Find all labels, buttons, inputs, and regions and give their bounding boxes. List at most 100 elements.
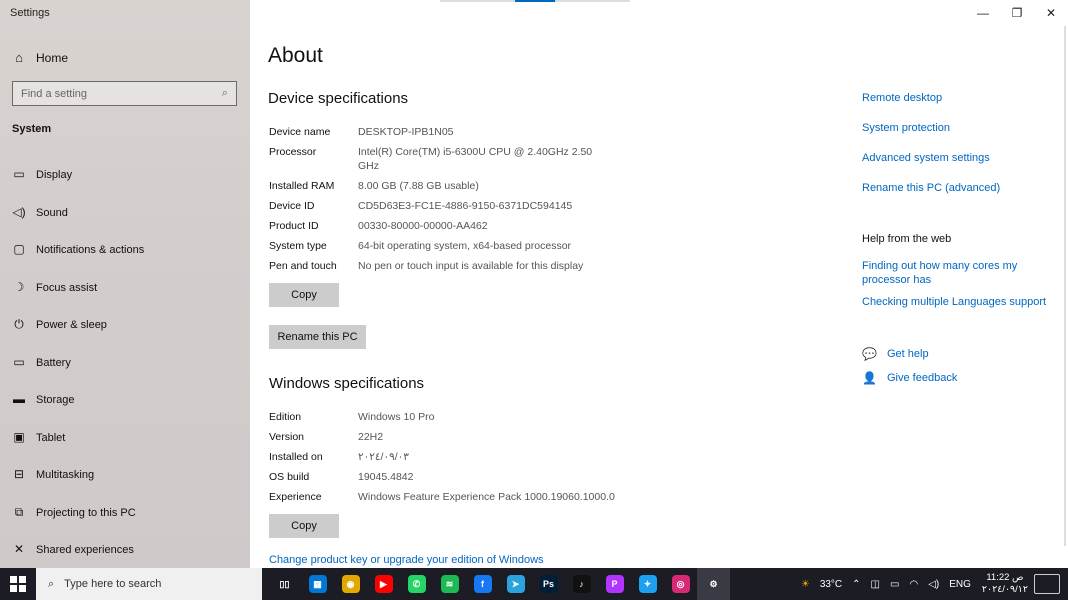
clock[interactable]: 11:22 ص ٢٠٢٤/٠٩/١٢: [982, 572, 1028, 596]
taskbar-search[interactable]: ⌕ Type here to search: [36, 568, 262, 600]
scrollbar[interactable]: [1064, 26, 1066, 546]
spotify-glyph: ≋: [440, 575, 459, 593]
facebook-icon[interactable]: f: [466, 568, 499, 600]
pinned-apps: ▯▯ ▦ ◉ ▶ ✆ ≋ f ➤ Ps ♪ P ✦ ◎ ⚙: [268, 568, 730, 600]
rename-pc-button[interactable]: Rename this PC: [269, 325, 366, 349]
store-glyph: ▦: [308, 575, 327, 593]
spotify-icon[interactable]: ≋: [433, 568, 466, 600]
settings-icon[interactable]: ⚙: [697, 568, 730, 600]
sidebar-item-power-sleep[interactable]: ⏻ Power & sleep: [12, 317, 242, 355]
spec-value: No pen or touch input is available for t…: [358, 260, 584, 272]
get-help-link[interactable]: Get help: [887, 347, 929, 361]
sidebar-item-label: Focus assist: [36, 281, 98, 294]
search-icon: ⌕: [48, 577, 55, 590]
sidebar-item-label: Power & sleep: [36, 319, 107, 331]
spec-value: 22H2: [358, 431, 384, 443]
photoshop-icon[interactable]: Ps: [532, 568, 565, 600]
tablet-icon: ▣: [13, 429, 25, 444]
spec-row: System type 64-bit operating system, x64-…: [269, 239, 603, 253]
help-link-languages[interactable]: Checking multiple Languages support: [862, 295, 1062, 309]
remote-desktop-link[interactable]: Remote desktop: [862, 91, 1062, 105]
whatsapp-icon[interactable]: ✆: [400, 568, 433, 600]
sidebar-item-display[interactable]: ▭ Display: [12, 167, 242, 205]
copy-device-specs-button[interactable]: Copy: [269, 283, 339, 307]
instagram-icon[interactable]: ◎: [664, 568, 697, 600]
chevron-up-icon[interactable]: ⌃: [852, 579, 860, 590]
shared-icon: ✕: [13, 542, 25, 556]
telegram-icon[interactable]: ➤: [499, 568, 532, 600]
monitor-icon: ▭: [13, 167, 25, 181]
picsart-icon[interactable]: P: [598, 568, 631, 600]
sidebar-item-projecting[interactable]: ⧉ Projecting to this PC: [12, 505, 242, 543]
sidebar-item-sound[interactable]: ◁) Sound: [12, 205, 242, 243]
network-icon[interactable]: ◫: [871, 579, 880, 590]
help-link-cores[interactable]: Finding out how many cores my processor …: [862, 259, 1042, 287]
sidebar-item-focus-assist[interactable]: ☽ Focus assist: [12, 280, 242, 318]
windows-specs-table: Edition Windows 10 Pro Version 22H2 Instal…: [269, 410, 658, 510]
sidebar-item-storage[interactable]: ▬ Storage: [12, 392, 242, 430]
instagram-glyph: ◎: [671, 575, 690, 593]
battery-icon[interactable]: ▭: [890, 579, 899, 590]
picsart-glyph: P: [605, 575, 624, 593]
notification-center-icon[interactable]: [1034, 574, 1060, 594]
chrome-icon[interactable]: ◉: [334, 568, 367, 600]
window-title: Settings: [10, 7, 50, 19]
system-protection-link[interactable]: System protection: [862, 121, 1062, 135]
spec-value: 8.00 GB (7.88 GB usable): [358, 180, 479, 192]
tiktok-icon[interactable]: ♪: [565, 568, 598, 600]
sidebar-item-battery[interactable]: ▭ Battery: [12, 355, 242, 393]
give-feedback-item[interactable]: 👤 Give feedback: [862, 371, 1062, 385]
temperature[interactable]: 33°C: [820, 579, 842, 590]
spec-row: Product ID 00330-80000-00000-AA462: [269, 219, 603, 233]
sidebar-item-label: Storage: [36, 394, 75, 406]
spec-key: Product ID: [269, 220, 319, 232]
spec-key: Processor: [269, 146, 317, 158]
sidebar-item-label: Display: [36, 169, 73, 181]
notifications-icon: ▢: [13, 242, 25, 256]
moon-icon: ☽: [13, 279, 25, 294]
taskbar: ⌕ Type here to search ▯▯ ▦ ◉ ▶ ✆ ≋ f ➤ Ps ♪ P ✦ ◎ ⚙ ☀…: [0, 568, 1068, 600]
spec-value: Intel(R) Core(TM) i5-6300U CPU @ 2.40GHz…: [358, 146, 593, 172]
rename-pc-advanced-link[interactable]: Rename this PC (advanced): [862, 181, 1062, 195]
sidebar-item-multitasking[interactable]: ⊟ Multitasking: [12, 467, 242, 505]
spec-key: Installed RAM: [269, 180, 335, 192]
home-icon: ⌂: [15, 50, 23, 65]
store-icon[interactable]: ▦: [301, 568, 334, 600]
spec-key: System type: [269, 240, 327, 252]
find-setting-search[interactable]: Find a setting ⌕: [12, 81, 237, 106]
maximize-icon[interactable]: ❐: [1000, 0, 1034, 26]
youtube-icon[interactable]: ▶: [367, 568, 400, 600]
sidebar-item-label: Battery: [36, 356, 71, 369]
spec-value: DESKTOP-IPB1N05: [358, 126, 454, 138]
task-view-icon[interactable]: ▯▯: [268, 568, 301, 600]
device-specs-heading: Device specifications: [268, 90, 409, 107]
start-button[interactable]: [0, 568, 36, 600]
language-indicator[interactable]: ENG: [949, 579, 971, 590]
upgrade-edition-link[interactable]: Change product key or upgrade your editi…: [269, 554, 544, 566]
spec-key: Installed on: [269, 451, 323, 463]
help-heading: Help from the web: [862, 233, 952, 245]
settings-window: Settings ⌂ Home Find a setting ⌕ System …: [0, 0, 1068, 568]
storage-icon: ▬: [13, 392, 25, 406]
sidebar-item-notifications[interactable]: ▢ Notifications & actions: [12, 242, 242, 280]
get-help-item[interactable]: 💬 Get help: [862, 347, 1062, 361]
copy-windows-specs-button[interactable]: Copy: [269, 514, 339, 538]
advanced-system-settings-link[interactable]: Advanced system settings: [862, 151, 1062, 165]
spec-row: OS build 19045.4842: [269, 470, 658, 484]
spec-row: Pen and touch No pen or touch input is av…: [269, 259, 603, 273]
spec-row: Edition Windows 10 Pro: [269, 410, 658, 424]
feedback-icon: 👤: [862, 371, 877, 385]
sidebar: Settings ⌂ Home Find a setting ⌕ System …: [0, 0, 250, 568]
wifi-icon[interactable]: ◠: [909, 579, 918, 590]
chrome-glyph: ◉: [341, 575, 360, 593]
weather-icon[interactable]: ☀: [801, 579, 810, 590]
page-title: About: [268, 44, 323, 67]
twitter-icon[interactable]: ✦: [631, 568, 664, 600]
minimize-icon[interactable]: —: [966, 0, 1000, 26]
photoshop-glyph: Ps: [539, 575, 558, 593]
sidebar-item-tablet[interactable]: ▣ Tablet: [12, 430, 242, 468]
give-feedback-link[interactable]: Give feedback: [887, 371, 957, 385]
close-icon[interactable]: ✕: [1034, 0, 1068, 26]
sidebar-home[interactable]: ⌂ Home: [12, 50, 68, 65]
volume-icon[interactable]: ◁): [928, 579, 939, 590]
